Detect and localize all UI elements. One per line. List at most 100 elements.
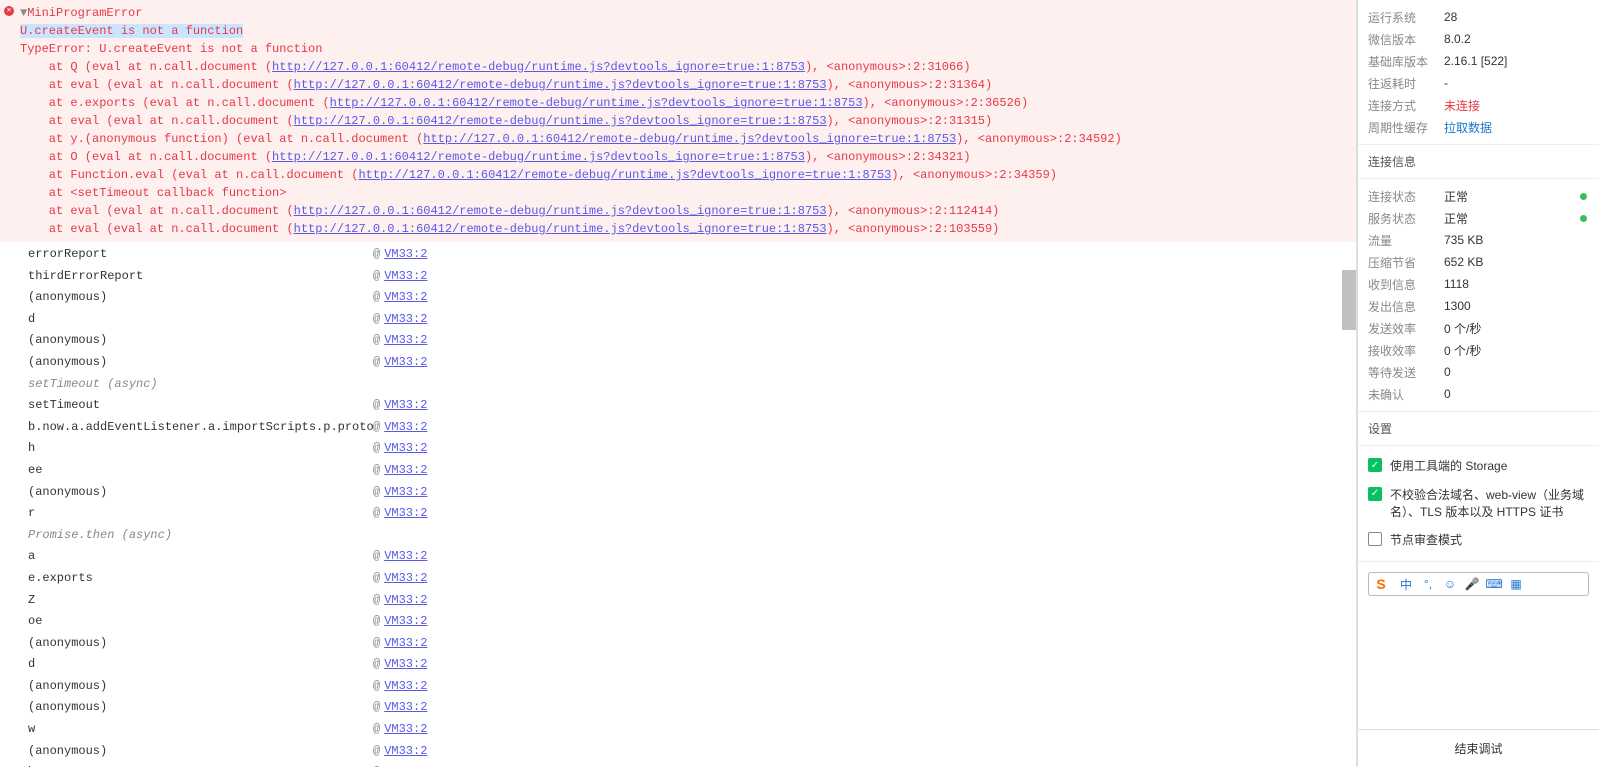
stack-fn: (anonymous) bbox=[28, 676, 373, 698]
ime-bar[interactable]: S 中 °, ☺ 🎤 ⌨ ▦ bbox=[1368, 572, 1589, 596]
stack-fn: (anonymous) bbox=[28, 330, 373, 352]
stack-fn: errorReport bbox=[28, 244, 373, 266]
ime-punct-icon[interactable]: °, bbox=[1421, 577, 1435, 591]
trace-url-link[interactable]: http://127.0.0.1:60412/remote-debug/runt… bbox=[294, 222, 827, 236]
stack-fn: Z bbox=[28, 590, 373, 612]
stack-location-link[interactable]: VM33:2 bbox=[384, 568, 427, 590]
stack-fn: a bbox=[28, 546, 373, 568]
checkbox-row[interactable]: 节点审查模式 bbox=[1368, 526, 1589, 555]
status-dot-icon bbox=[1580, 215, 1587, 222]
ime-lang-icon[interactable]: 中 bbox=[1399, 577, 1413, 591]
stack-row: a@VM33:2 bbox=[28, 546, 1356, 568]
conn-row: 流量735 KB bbox=[1368, 229, 1589, 251]
stack-fn: ee bbox=[28, 460, 373, 482]
conn-row: 接收效率0 个/秒 bbox=[1368, 339, 1589, 361]
ime-grid-icon[interactable]: ▦ bbox=[1509, 577, 1523, 591]
trace-url-link[interactable]: http://127.0.0.1:60412/remote-debug/runt… bbox=[294, 204, 827, 218]
ime-emoji-icon[interactable]: ☺ bbox=[1443, 577, 1457, 591]
stack-row: ee@VM33:2 bbox=[28, 460, 1356, 482]
error-icon: ✕ bbox=[4, 6, 14, 16]
conn-row: 连接状态正常 bbox=[1368, 185, 1589, 207]
info-row: 运行系统28 bbox=[1368, 6, 1589, 28]
stack-row: thirdErrorReport@VM33:2 bbox=[28, 266, 1356, 288]
stack-location-link[interactable]: VM33:2 bbox=[384, 611, 427, 633]
ime-mic-icon[interactable]: 🎤 bbox=[1465, 577, 1479, 591]
stack-trace-line: at e.exports (eval at n.call.document (h… bbox=[20, 94, 1356, 112]
info-row: 周期性缓存拉取数据 bbox=[1368, 116, 1589, 138]
stack-fn: (anonymous) bbox=[28, 741, 373, 763]
checkbox-row[interactable]: ✓不校验合法域名、web-view（业务域名）、TLS 版本以及 HTTPS 证… bbox=[1368, 481, 1589, 527]
stack-row: b.now.a.addEventListener.a.importScripts… bbox=[28, 417, 1356, 439]
stack-fn: h bbox=[28, 438, 373, 460]
stack-row: h@VM33:2 bbox=[28, 438, 1356, 460]
checkbox[interactable] bbox=[1368, 532, 1382, 546]
trace-url-link[interactable]: http://127.0.0.1:60412/remote-debug/runt… bbox=[330, 96, 863, 110]
stack-trace-line: at y.(anonymous function) (eval at n.cal… bbox=[20, 130, 1356, 148]
stack-location-link[interactable]: VM33:2 bbox=[384, 762, 427, 767]
stack-row: (anonymous)@VM33:2 bbox=[28, 352, 1356, 374]
stack-row: (anonymous)@VM33:2 bbox=[28, 287, 1356, 309]
scrollbar[interactable] bbox=[1342, 270, 1356, 330]
stack-location-link[interactable]: VM33:2 bbox=[384, 395, 427, 417]
checkbox[interactable]: ✓ bbox=[1368, 487, 1382, 501]
stack-location-link[interactable]: VM33:2 bbox=[384, 309, 427, 331]
stack-location-link[interactable]: VM33:2 bbox=[384, 590, 427, 612]
console-panel: VM33:2 ✕ ▼MiniProgramError U.createEvent… bbox=[0, 0, 1357, 767]
stack-row: r@VM33:2 bbox=[28, 503, 1356, 525]
checkbox-row[interactable]: ✓使用工具端的 Storage bbox=[1368, 452, 1589, 481]
stack-location-link[interactable]: VM33:2 bbox=[384, 633, 427, 655]
stack-location-link[interactable]: VM33:2 bbox=[384, 741, 427, 763]
error-msg-1: U.createEvent is not a function bbox=[20, 22, 1356, 40]
async-boundary: setTimeout (async) bbox=[28, 374, 1356, 396]
end-debug-button[interactable]: 结束调试 bbox=[1358, 729, 1599, 767]
error-title: ▼MiniProgramError bbox=[20, 4, 1356, 22]
info-row: 微信版本8.0.2 bbox=[1368, 28, 1589, 50]
checkbox[interactable]: ✓ bbox=[1368, 458, 1382, 472]
settings-checkboxes: ✓使用工具端的 Storage✓不校验合法域名、web-view（业务域名）、T… bbox=[1358, 446, 1599, 562]
conn-row: 收到信息1118 bbox=[1368, 273, 1589, 295]
stack-fn: b bbox=[28, 762, 373, 767]
ime-logo-icon: S bbox=[1369, 573, 1393, 595]
stack-location-link[interactable]: VM33:2 bbox=[384, 417, 427, 439]
info-row: 往返耗时- bbox=[1368, 72, 1589, 94]
stack-location-link[interactable]: VM33:2 bbox=[384, 460, 427, 482]
stack-trace-line: at O (eval at n.call.document (http://12… bbox=[20, 148, 1356, 166]
stack-location-link[interactable]: VM33:2 bbox=[384, 352, 427, 374]
trace-url-link[interactable]: http://127.0.0.1:60412/remote-debug/runt… bbox=[294, 114, 827, 128]
system-info-section: 运行系统28微信版本8.0.2基础库版本2.16.1 [522]往返耗时-连接方… bbox=[1358, 0, 1599, 145]
info-row: 基础库版本2.16.1 [522] bbox=[1368, 50, 1589, 72]
trace-url-link[interactable]: http://127.0.0.1:60412/remote-debug/runt… bbox=[272, 60, 805, 74]
stack-location-link[interactable]: VM33:2 bbox=[384, 266, 427, 288]
stack-location-link[interactable]: VM33:2 bbox=[384, 438, 427, 460]
trace-url-link[interactable]: http://127.0.0.1:60412/remote-debug/runt… bbox=[272, 150, 805, 164]
stack-location-link[interactable]: VM33:2 bbox=[384, 697, 427, 719]
stack-fn: w bbox=[28, 719, 373, 741]
stack-location-link[interactable]: VM33:2 bbox=[384, 503, 427, 525]
trace-url-link[interactable]: http://127.0.0.1:60412/remote-debug/runt… bbox=[358, 168, 891, 182]
stack-row: (anonymous)@VM33:2 bbox=[28, 482, 1356, 504]
ime-keyboard-icon[interactable]: ⌨ bbox=[1487, 577, 1501, 591]
stack-location-link[interactable]: VM33:2 bbox=[384, 676, 427, 698]
stack-fn: (anonymous) bbox=[28, 633, 373, 655]
conn-row: 等待发送0 bbox=[1368, 361, 1589, 383]
trace-url-link[interactable]: http://127.0.0.1:60412/remote-debug/runt… bbox=[423, 132, 956, 146]
stack-location-link[interactable]: VM33:2 bbox=[384, 482, 427, 504]
stack-fn: d bbox=[28, 654, 373, 676]
stack-row: Z@VM33:2 bbox=[28, 590, 1356, 612]
stack-location-link[interactable]: VM33:2 bbox=[384, 244, 427, 266]
trace-url-link[interactable]: http://127.0.0.1:60412/remote-debug/runt… bbox=[294, 78, 827, 92]
stack-location-link[interactable]: VM33:2 bbox=[384, 287, 427, 309]
stack-location-link[interactable]: VM33:2 bbox=[384, 330, 427, 352]
error-block: ✕ ▼MiniProgramError U.createEvent is not… bbox=[0, 0, 1356, 242]
stack-row: (anonymous)@VM33:2 bbox=[28, 330, 1356, 352]
conn-row: 发送效率0 个/秒 bbox=[1368, 317, 1589, 339]
stack-location-link[interactable]: VM33:2 bbox=[384, 546, 427, 568]
stack-row: (anonymous)@VM33:2 bbox=[28, 633, 1356, 655]
status-dot-icon bbox=[1580, 193, 1587, 200]
stack-location-link[interactable]: VM33:2 bbox=[384, 654, 427, 676]
checkbox-label: 节点审查模式 bbox=[1390, 532, 1462, 549]
stack-location-link[interactable]: VM33:2 bbox=[384, 719, 427, 741]
side-panel: 运行系统28微信版本8.0.2基础库版本2.16.1 [522]往返耗时-连接方… bbox=[1357, 0, 1599, 767]
fetch-data-link[interactable]: 拉取数据 bbox=[1444, 119, 1492, 136]
stack-fn: e.exports bbox=[28, 568, 373, 590]
